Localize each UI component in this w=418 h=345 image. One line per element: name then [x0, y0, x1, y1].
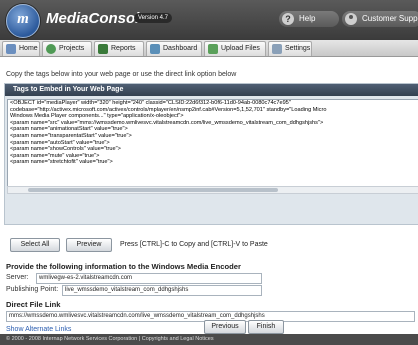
publishing-point-label: Publishing Point: — [6, 286, 59, 293]
code-line: <param name="transparentatStart" value="… — [10, 132, 132, 139]
settings-icon — [272, 44, 282, 54]
tab-projects-label: Projects — [59, 45, 85, 52]
show-alternate-links[interactable]: Show Alternate Links — [6, 326, 71, 333]
code-line: <param name="autoStart" value="true"> — [10, 139, 110, 146]
code-line: Windows Media Player components..." type… — [10, 113, 184, 120]
server-label: Server: — [6, 274, 29, 281]
reports-icon — [98, 44, 108, 54]
direct-link-title: Direct File Link — [6, 300, 61, 309]
embed-title: Tags to Embed in Your Web Page — [13, 86, 124, 93]
tab-home-label: Home — [19, 45, 38, 52]
code-line: <param name="stretchtofit" value="true"> — [10, 159, 113, 166]
code-line: <param name="showControls" value="true"> — [10, 146, 121, 153]
code-line: <param name="src" value="mms://wmssdemo.… — [10, 119, 324, 126]
tab-settings-label: Settings — [285, 45, 311, 52]
user-icon — [345, 13, 357, 25]
server-field[interactable]: wmlivegw-es-2.vitalstreamcdn.com — [36, 273, 262, 284]
encoder-section-title: Provide the following information to the… — [6, 262, 241, 271]
tab-home[interactable]: Home — [2, 41, 40, 56]
help-label: Help — [299, 14, 316, 23]
code-line: codebase="http://activex.microsoft.com/a… — [10, 106, 327, 113]
projects-icon — [46, 44, 56, 54]
code-line: <OBJECT id="mediaPlayer" width="320" hei… — [10, 100, 291, 106]
code-horizontal-scrollbar[interactable] — [7, 186, 418, 194]
finish-button[interactable]: Finish — [248, 320, 284, 334]
embed-header: Tags to Embed in Your Web Page — [5, 84, 418, 96]
embed-panel: Tags to Embed in Your Web Page <OBJECT i… — [4, 83, 418, 225]
tab-reports-label: Reports — [111, 45, 136, 52]
tab-settings[interactable]: Settings — [268, 41, 312, 56]
tab-projects[interactable]: Projects — [42, 41, 92, 56]
page-footer: © 2000 - 2008 Internap Network Services … — [0, 334, 418, 345]
tab-dashboard-label: Dashboard — [163, 45, 198, 52]
previous-button[interactable]: Previous — [204, 320, 246, 334]
mediaconsole-logo-icon: m — [6, 4, 40, 38]
upload-icon — [208, 44, 218, 54]
help-icon: ? — [282, 13, 294, 25]
help-button[interactable]: ? Help — [279, 11, 339, 27]
logo-text: m — [17, 11, 29, 27]
dashboard-icon — [150, 44, 160, 54]
support-label: Customer Support — [362, 14, 418, 23]
app-header: m MediaConsole Version 4.7 ? Help Custom… — [0, 0, 418, 40]
home-icon — [6, 44, 16, 54]
tab-upload-label: Upload Files — [221, 45, 260, 52]
code-line: <param name="animationatStart" value="tr… — [10, 126, 128, 133]
customer-support-button[interactable]: Customer Support — [342, 11, 418, 27]
preview-button[interactable]: Preview — [66, 238, 112, 252]
copy-hint: Press [CTRL]-C to Copy and [CTRL]-V to P… — [120, 241, 268, 248]
tab-upload-files[interactable]: Upload Files — [204, 41, 266, 56]
scrollbar-thumb[interactable] — [28, 188, 278, 192]
select-all-button[interactable]: Select All — [10, 238, 60, 252]
version-badge: Version 4.7 — [134, 13, 173, 23]
tab-reports[interactable]: Reports — [94, 41, 144, 56]
publishing-point-field[interactable]: live_wmssdemo_vitalstream_com_ddhgshjshs — [62, 285, 262, 296]
footer-text: © 2000 - 2008 Internap Network Services … — [6, 336, 214, 342]
intro-text: Copy the tags below into your web page o… — [6, 71, 237, 78]
tab-dashboard[interactable]: Dashboard — [146, 41, 202, 56]
embed-code-textarea[interactable]: <OBJECT id="mediaPlayer" width="320" hei… — [7, 99, 418, 187]
main-nav: Home Projects Reports Dashboard Upload F… — [0, 40, 418, 57]
code-line: <param name="mute" value="true"> — [10, 152, 100, 159]
app-title: MediaConsole — [46, 10, 148, 27]
